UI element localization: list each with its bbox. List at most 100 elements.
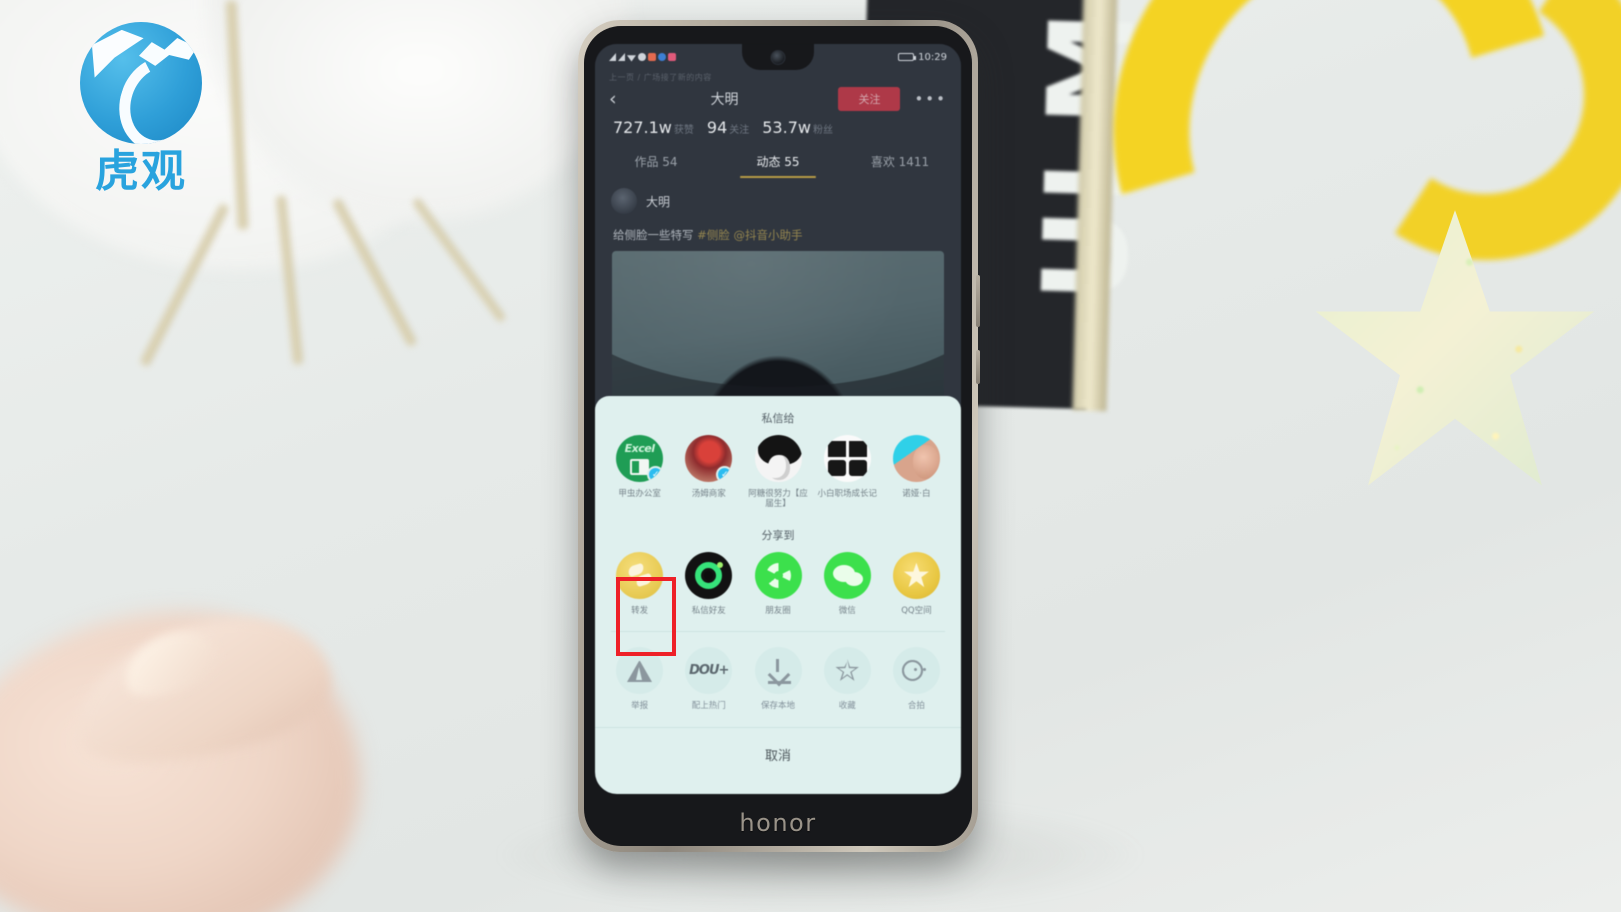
action-name: 举报 (631, 701, 649, 712)
verified-badge-icon: ✓ (647, 466, 664, 482)
action-favorite[interactable]: 收藏 (813, 647, 882, 711)
back-chevron-icon[interactable]: ‹ (609, 89, 617, 109)
download-icon (754, 647, 802, 695)
phone-chin: honor (578, 794, 978, 852)
profile-tabs: 作品 54 动态 55 喜欢 1411 (595, 147, 961, 178)
share-target-douyin-friend[interactable]: 私信好友 (674, 551, 743, 616)
share-target-name: QQ空间 (901, 605, 932, 616)
stat-value: 53.7w (762, 118, 811, 137)
phone-device: honor 10:29 上一页 / 广场接了新的内容 ‹ 大明 关注 ••• 7… (578, 20, 980, 852)
post-author: 大明 (646, 194, 671, 209)
channel-watermark: 虎观 (66, 22, 216, 202)
profile-stats: 727.1w 获赞 94 关注 53.7w 粉丝 (595, 115, 961, 147)
app-badge-icon-3 (658, 53, 666, 61)
dm-contact-name: 小白职场成长记 (817, 489, 877, 499)
douyin-app: 10:29 上一页 / 广场接了新的内容 ‹ 大明 关注 ••• 727.1w 获… (595, 44, 961, 794)
dm-contact-name: 甲虫办公室 (618, 489, 661, 499)
caption-hashtag: #侧脸 @抖音小助手 (697, 228, 803, 242)
power-button[interactable] (976, 350, 980, 384)
cancel-button[interactable]: 取消 (595, 727, 961, 780)
tom-avatar: ✓ (685, 435, 733, 482)
stat-likes: 727.1w 获赞 (613, 118, 694, 137)
status-time: 10:29 (918, 51, 947, 63)
action-name: 配上热门 (691, 701, 726, 712)
wifi-icon (627, 55, 636, 62)
share-target-name: 朋友圈 (765, 605, 791, 616)
action-report[interactable]: 举报 (605, 647, 674, 711)
tab-works[interactable]: 作品 54 (595, 153, 717, 178)
post-caption: 给侧脸一些特写 #侧脸 @抖音小助手 (611, 214, 945, 251)
tab-likes[interactable]: 喜欢 1411 (839, 153, 961, 178)
share-target-wechat[interactable]: 微信 (813, 551, 882, 616)
action-name: 保存本地 (760, 701, 795, 712)
phone-brand-label: honor (739, 809, 817, 837)
cancel-label: 取消 (764, 748, 791, 764)
avatar (611, 188, 637, 214)
dm-contact[interactable]: Excel ✓ 甲虫办公室 (605, 435, 674, 510)
stat-following: 94 关注 (707, 118, 749, 137)
app-badge-icon (638, 53, 646, 61)
more-dots-icon[interactable]: ••• (914, 90, 947, 108)
dm-contact[interactable]: 阿糖很努力【应届生】 (743, 435, 812, 510)
app-badge-icon-2 (648, 53, 656, 61)
excel-avatar: Excel ✓ (616, 435, 664, 482)
wechat-icon (823, 551, 871, 599)
post-item: 大明 给侧脸一些特写 #侧脸 @抖音小助手 (595, 178, 961, 421)
stat-followers: 53.7w 粉丝 (762, 118, 833, 137)
caption-text: 给侧脸一些特写 (613, 228, 698, 242)
duet-icon (892, 647, 940, 695)
dm-contact-name: 阿糖很努力【应届生】 (748, 489, 808, 510)
status-bar: 10:29 (595, 44, 961, 70)
stat-label: 粉丝 (812, 125, 833, 136)
dm-section-title: 私信给 (761, 412, 795, 425)
qzone-star-icon (892, 551, 940, 599)
volume-button[interactable] (976, 275, 980, 327)
profile-username: 大明 (710, 92, 739, 108)
signal-icon (609, 53, 616, 61)
action-save-local[interactable]: 保存本地 (743, 647, 812, 711)
stat-value: 727.1w (613, 118, 672, 137)
dm-contact[interactable]: ✓ 汤姆商家 (674, 435, 743, 510)
status-left-icons (609, 53, 676, 62)
verified-badge-icon: ✓ (716, 466, 733, 482)
share-target-moments[interactable]: 朋友圈 (743, 551, 812, 616)
douyin-icon (685, 551, 733, 599)
dm-contact[interactable]: 小白职场成长记 (813, 435, 882, 510)
dm-contact[interactable]: 诺娅·白 (882, 435, 951, 510)
dm-contact-name: 诺娅·白 (902, 489, 931, 499)
ink-portrait-avatar (754, 435, 802, 482)
status-right: 10:29 (898, 52, 947, 63)
stat-label: 关注 (729, 125, 750, 136)
signal-icon-2 (618, 53, 625, 61)
wechat-moments-icon (754, 551, 802, 599)
girl-photo-avatar (892, 435, 940, 482)
dm-contacts-row: Excel ✓ 甲虫办公室 ✓ 汤姆商家 阿糖很努力【应届生】 小白职场成长记 … (595, 435, 961, 510)
share-target-name: 微信 (838, 605, 856, 616)
action-duet[interactable]: 合拍 (882, 647, 951, 711)
action-name: 收藏 (838, 701, 856, 712)
tiger-head-icon (139, 38, 197, 66)
action-dou-plus[interactable]: DOU+ 配上热门 (674, 647, 743, 711)
black-white-text-avatar (823, 435, 871, 482)
stat-value: 94 (706, 118, 728, 137)
stat-label: 获赞 (673, 125, 694, 136)
watermark-brand: 虎观 (95, 146, 187, 197)
share-target-qzone[interactable]: QQ空间 (882, 551, 951, 616)
highlight-annotation-box (616, 577, 676, 656)
dm-contact-name: 汤姆商家 (691, 489, 726, 499)
breadcrumb-hint: 上一页 / 广场接了新的内容 (609, 73, 712, 82)
tab-underline (595, 176, 961, 178)
action-name: 合拍 (907, 701, 925, 712)
battery-icon (898, 53, 917, 61)
post-header: 大明 (611, 188, 945, 214)
profile-navbar: ‹ 大明 关注 ••• (595, 83, 961, 115)
tiger-globe-icon (80, 22, 202, 144)
follow-button[interactable]: 关注 (838, 87, 901, 111)
share-target-name: 私信好友 (691, 605, 726, 616)
phone-screen: 10:29 上一页 / 广场接了新的内容 ‹ 大明 关注 ••• 727.1w 获… (595, 44, 961, 794)
dou-plus-icon: DOU+ (685, 647, 733, 695)
tab-dynamic[interactable]: 动态 55 (717, 153, 839, 178)
app-badge-icon-4 (668, 53, 676, 61)
star-outline-icon (823, 647, 871, 695)
share-section-title: 分享到 (761, 528, 795, 542)
